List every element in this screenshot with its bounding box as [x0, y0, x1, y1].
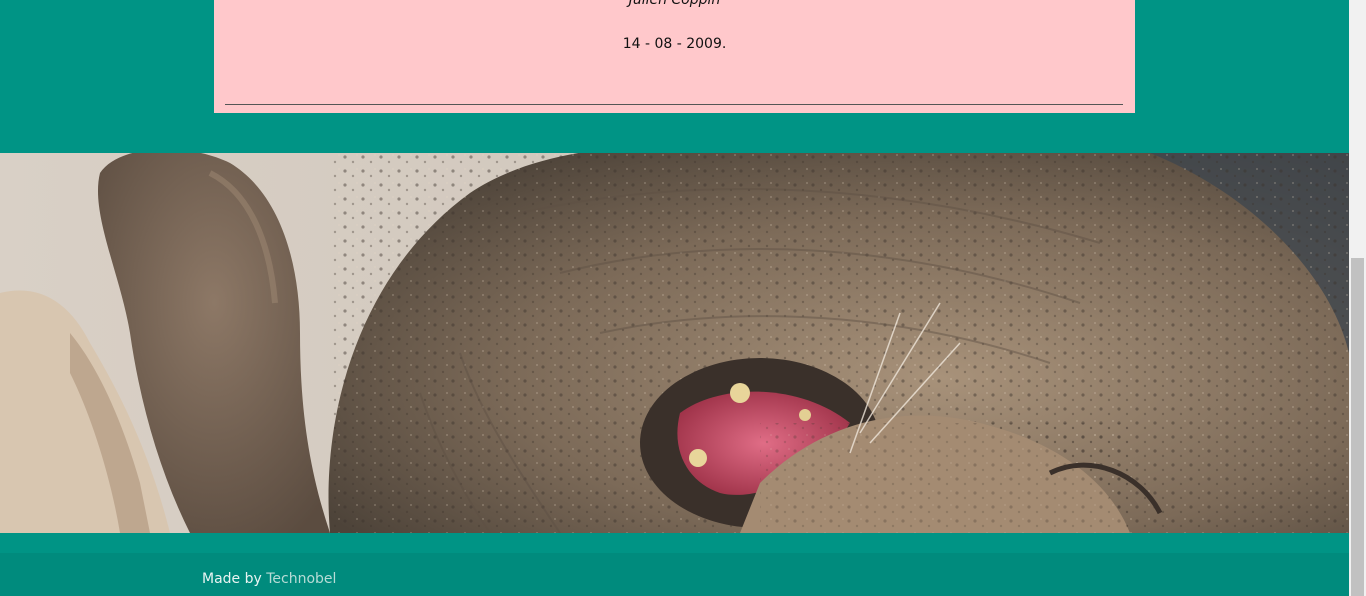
seal-illustration [0, 153, 1349, 533]
card-divider [225, 104, 1123, 105]
made-by-text: Made by [202, 571, 267, 587]
page: Julien Coppin 14 - 08 - 2009. Made by Te… [0, 0, 1366, 596]
footer-spacer [0, 533, 1349, 553]
quote-author: Julien Coppin [628, 0, 721, 8]
scrollbar-thumb[interactable] [1351, 258, 1364, 596]
quote-card: Julien Coppin 14 - 08 - 2009. [214, 0, 1135, 113]
footer-credit: Made by Technobel [202, 571, 336, 587]
quote-date: 14 - 08 - 2009. [622, 36, 727, 52]
main-content: Julien Coppin 14 - 08 - 2009. Made by Te… [0, 0, 1349, 596]
site-footer: Made by Technobel [0, 553, 1349, 596]
technobel-link[interactable]: Technobel [266, 571, 336, 587]
seal-banner-image [0, 153, 1349, 533]
vertical-scrollbar[interactable] [1349, 0, 1366, 596]
